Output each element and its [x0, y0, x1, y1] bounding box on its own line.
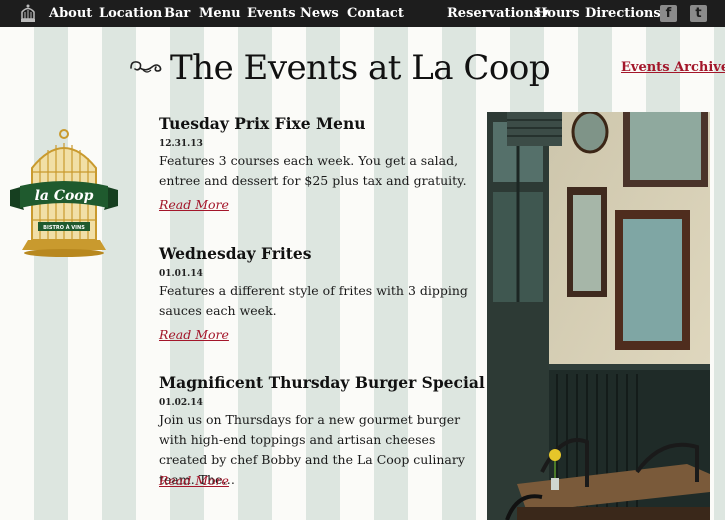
flourish-ornament-icon	[130, 61, 162, 73]
event-description: Features 3 courses each week. You get a …	[159, 153, 467, 188]
top-nav: About Location Bar Menu Events News Cont…	[0, 0, 725, 27]
nav-directions[interactable]: Directions	[585, 6, 661, 21]
nav-events[interactable]: Events	[247, 6, 296, 21]
nav-location[interactable]: Location	[99, 6, 162, 21]
nav-menu[interactable]: Menu	[199, 6, 241, 21]
la-coop-birdcage-logo: la Coop BISTRO À VINS	[10, 129, 118, 257]
event-title[interactable]: Magnificent Thursday Burger Special	[159, 373, 485, 392]
facebook-icon[interactable]: f	[660, 5, 677, 22]
event-title[interactable]: Wednesday Frites	[159, 244, 479, 263]
nav-news[interactable]: News	[300, 6, 339, 21]
nav-reservations[interactable]: Reservations ▼	[447, 6, 549, 21]
nav-contact[interactable]: Contact	[347, 6, 404, 21]
twitter-icon[interactable]: t	[690, 5, 707, 22]
birdcage-logo-icon[interactable]	[19, 4, 37, 23]
read-more-link[interactable]: Read More	[159, 473, 229, 488]
event-date: 12.31.13	[159, 139, 203, 149]
read-more-link[interactable]: Read More	[159, 197, 229, 212]
page-title: The Events at La Coop	[170, 48, 551, 88]
nav-hours[interactable]: Hours	[535, 6, 580, 21]
event-item: Magnificent Thursday Burger Special 01.0…	[159, 373, 485, 490]
event-description: Features a different style of frites wit…	[159, 283, 468, 318]
event-title[interactable]: Tuesday Prix Fixe Menu	[159, 114, 479, 133]
restaurant-interior-photo	[487, 112, 710, 520]
nav-reservations-label: Reservations	[447, 6, 541, 21]
event-item: Tuesday Prix Fixe Menu 12.31.13 Features…	[159, 114, 479, 212]
events-archive-link[interactable]: Events Archive	[621, 60, 725, 75]
read-more-link[interactable]: Read More	[159, 327, 229, 342]
nav-about[interactable]: About	[49, 6, 92, 21]
logo-tagline: BISTRO À VINS	[43, 224, 85, 231]
nav-bar[interactable]: Bar	[164, 6, 190, 21]
event-item: Wednesday Frites 01.01.14 Features a dif…	[159, 244, 479, 342]
event-date: 01.01.14	[159, 269, 203, 279]
logo-name: la Coop	[35, 188, 94, 204]
event-date: 01.02.14	[159, 398, 203, 408]
